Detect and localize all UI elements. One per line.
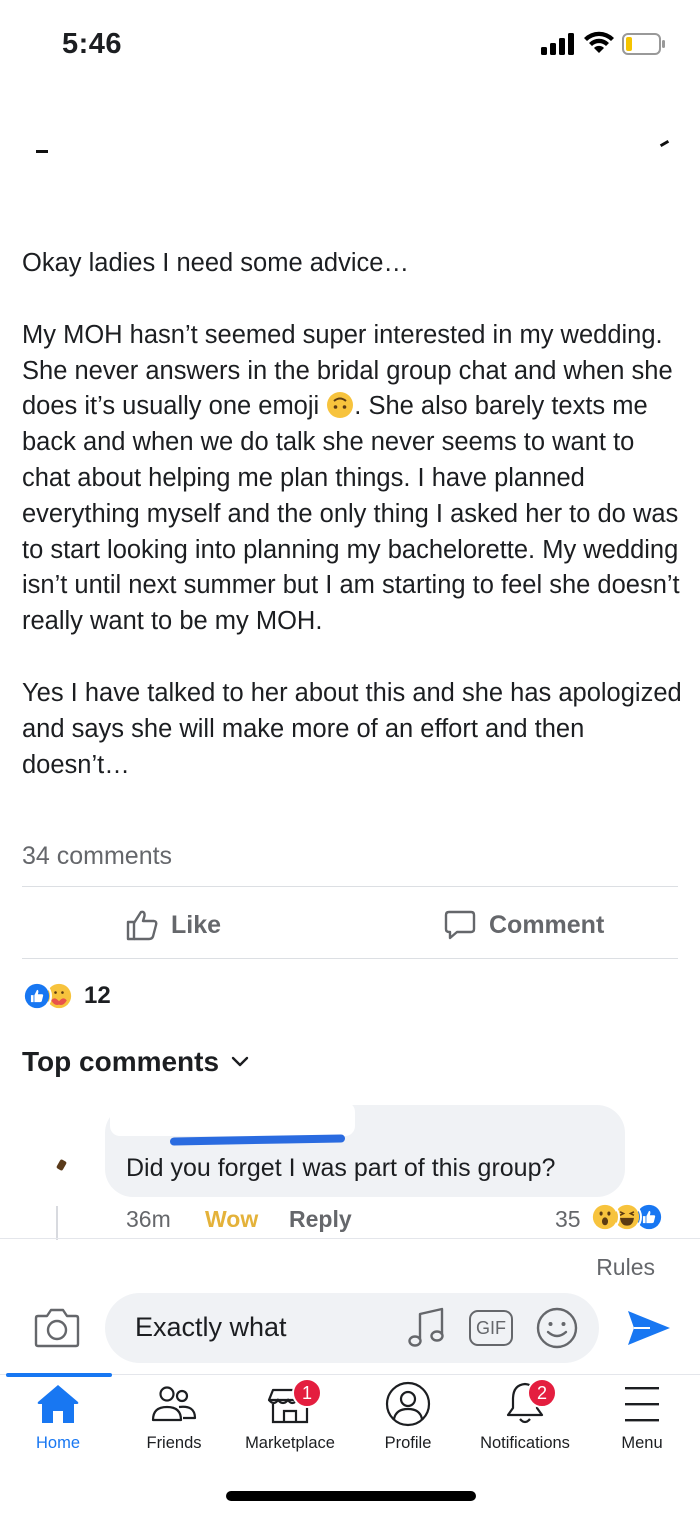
nav-active-indicator: [6, 1373, 112, 1377]
comment-input-value: Exactly what: [135, 1312, 287, 1342]
reactions-summary[interactable]: 12: [22, 980, 111, 1012]
menu-icon: [616, 1380, 668, 1428]
status-bar: 5:46: [0, 0, 700, 90]
post-body: Okay ladies I need some advice… My MOH h…: [22, 246, 682, 783]
nav-label: Profile: [384, 1434, 432, 1452]
home-icon: [32, 1380, 84, 1428]
top-comments-label: Top comments: [22, 1046, 220, 1077]
wifi-icon: [584, 31, 614, 53]
nav-item-marketplace[interactable]: 1 Marketplace: [240, 1378, 340, 1460]
nav-label: Notifications: [480, 1434, 570, 1452]
nav-item-notifications[interactable]: 2 Notifications: [472, 1378, 578, 1460]
comment-text: Did you forget I was part of this group?: [126, 1154, 556, 1182]
cellular-signal-icon: [541, 33, 574, 55]
nav-item-menu[interactable]: Menu: [612, 1380, 672, 1460]
comment-button[interactable]: Comment: [443, 903, 604, 947]
upside-down-face-icon: [327, 392, 354, 419]
redaction-mark: [36, 150, 48, 153]
battery-icon: [622, 33, 665, 55]
nav-label: Friends: [146, 1434, 202, 1452]
divider: [22, 958, 678, 959]
rules-link[interactable]: Rules: [596, 1254, 655, 1281]
emoji-icon[interactable]: [535, 1306, 579, 1350]
gif-label: GIF: [476, 1317, 506, 1338]
comment-reactions[interactable]: [590, 1202, 664, 1232]
comment-bubble-icon: [444, 910, 476, 940]
thread-line: [56, 1206, 58, 1240]
notification-badge: 1: [292, 1378, 322, 1408]
post-paragraph: My MOH hasn’t seemed super interested in…: [22, 320, 680, 636]
profile-icon: [382, 1380, 434, 1428]
chevron-down-icon: [231, 1056, 249, 1067]
marketplace-icon: 1: [264, 1378, 322, 1428]
nav-label: Menu: [621, 1434, 663, 1452]
comment-avatar[interactable]: [55, 1158, 68, 1172]
friends-icon: [148, 1380, 200, 1428]
send-icon[interactable]: [626, 1308, 672, 1348]
nav-label: Marketplace: [245, 1434, 335, 1452]
post-paragraph: Okay ladies I need some advice…: [22, 249, 409, 277]
post-paragraph: Yes I have talked to her about this and …: [22, 678, 682, 779]
divider: [0, 1238, 700, 1239]
like-reaction-icon: [22, 981, 52, 1011]
home-indicator[interactable]: [226, 1491, 476, 1501]
redaction-mark: [659, 139, 670, 148]
wow-reaction-icon: [590, 1202, 620, 1232]
divider: [22, 886, 678, 887]
comments-count[interactable]: 34 comments: [22, 842, 172, 871]
comment-label: Comment: [489, 910, 605, 939]
like-label: Like: [171, 910, 222, 939]
comment-time: 36m: [126, 1206, 171, 1232]
like-button[interactable]: Like: [125, 903, 221, 947]
nav-item-home[interactable]: Home: [25, 1380, 91, 1460]
notification-badge: 2: [527, 1378, 557, 1408]
camera-icon[interactable]: [34, 1306, 80, 1348]
reply-button[interactable]: Reply: [289, 1206, 352, 1233]
reactions-count: 12: [84, 982, 111, 1009]
nav-item-friends[interactable]: Friends: [139, 1380, 209, 1460]
status-time: 5:46: [62, 28, 123, 60]
music-note-icon[interactable]: [406, 1306, 446, 1350]
top-comments-filter[interactable]: Top comments: [22, 1046, 249, 1078]
nav-item-profile[interactable]: Profile: [375, 1380, 441, 1460]
bell-icon: 2: [499, 1378, 557, 1428]
gif-button[interactable]: GIF: [469, 1310, 513, 1346]
redacted-author-name: [110, 1102, 355, 1136]
comment-reaction-count[interactable]: 35: [555, 1206, 581, 1233]
comment-reaction-button[interactable]: Wow: [205, 1206, 258, 1233]
nav-label: Home: [35, 1434, 80, 1452]
thumbs-up-icon: [126, 910, 158, 941]
